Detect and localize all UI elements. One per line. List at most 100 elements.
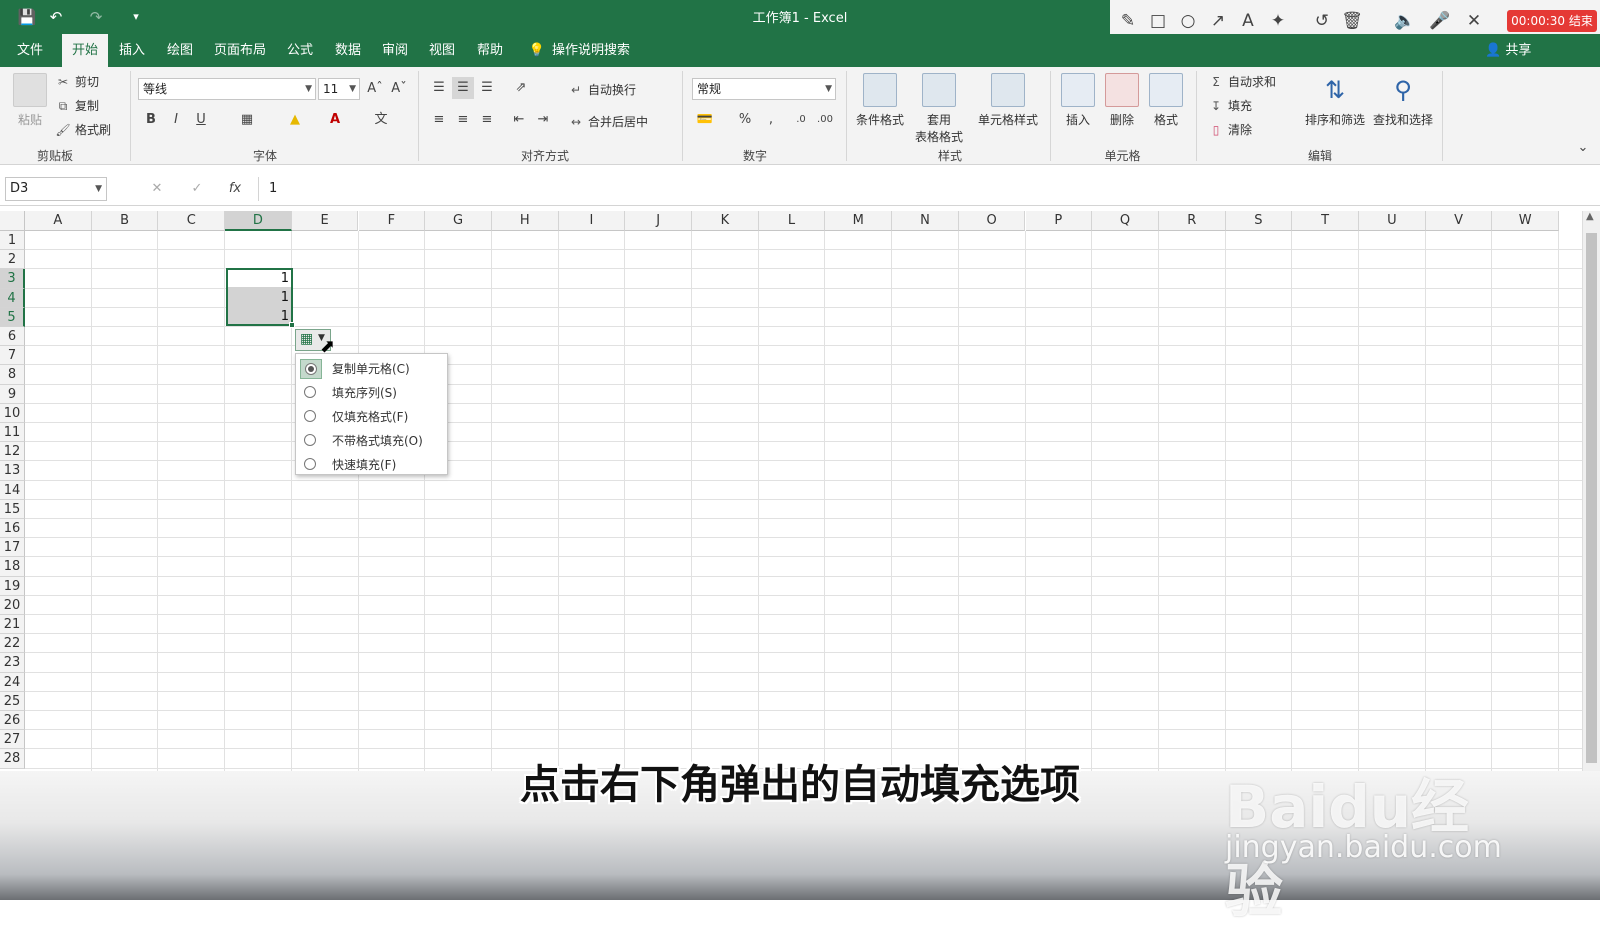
vertical-scrollbar[interactable]: ▲ (1582, 211, 1600, 771)
microphone-icon[interactable]: 🎤 (1428, 9, 1452, 33)
autofill-option[interactable]: 不带格式填充(O) (296, 429, 447, 453)
row-header[interactable]: 13 (0, 461, 25, 481)
trash-icon[interactable]: 🗑 (1340, 9, 1364, 33)
underline-icon[interactable]: U (190, 109, 212, 131)
column-header[interactable]: N (892, 211, 959, 231)
increase-decimal-icon[interactable]: .0 (790, 109, 812, 131)
column-header[interactable]: U (1359, 211, 1426, 231)
decrease-font-icon[interactable]: Aˇ (388, 78, 410, 100)
row-header[interactable]: 14 (0, 480, 25, 500)
insert-cells-button[interactable]: 插入 (1056, 73, 1100, 128)
cell-D4[interactable]: 1 (226, 288, 293, 307)
column-header[interactable]: R (1158, 211, 1226, 231)
column-header[interactable]: J (625, 211, 692, 231)
row-header[interactable]: 21 (0, 615, 25, 635)
row-header[interactable]: 19 (0, 576, 25, 596)
row-header[interactable]: 3 (0, 269, 25, 289)
scroll-up-icon[interactable]: ▲ (1586, 211, 1594, 222)
column-header[interactable]: K (692, 211, 759, 231)
rectangle-icon[interactable]: □ (1146, 9, 1170, 33)
column-header[interactable]: S (1225, 211, 1293, 231)
decrease-decimal-icon[interactable]: .00 (814, 109, 836, 131)
circle-icon[interactable]: ○ (1176, 9, 1200, 33)
cell-D3[interactable]: 1 (226, 269, 293, 288)
column-header[interactable]: L (758, 211, 826, 231)
tab-view[interactable]: 视图 (422, 34, 462, 67)
align-top-icon[interactable]: ☰ (428, 77, 450, 99)
formula-input[interactable]: 1 (258, 177, 1590, 201)
font-size-select[interactable]: 11 ▼ (318, 78, 360, 100)
border-icon[interactable]: ▦ (236, 109, 258, 131)
increase-font-icon[interactable]: Aˆ (364, 78, 386, 100)
column-header[interactable]: G (425, 211, 492, 231)
bold-icon[interactable]: B (140, 109, 162, 131)
row-header[interactable]: 23 (0, 653, 25, 673)
cancel-icon[interactable]: ✕ (146, 178, 168, 200)
number-format-select[interactable]: 常规 ▼ (692, 78, 836, 100)
column-header[interactable]: M (825, 211, 893, 231)
tab-file[interactable]: 文件 (10, 34, 50, 67)
tab-draw[interactable]: 绘图 (160, 34, 200, 67)
format-painter-button[interactable]: 🖌 格式刷 (55, 121, 111, 138)
row-header[interactable]: 6 (0, 327, 25, 347)
phonetic-icon[interactable]: 文 (370, 109, 392, 131)
align-right-icon[interactable]: ≡ (476, 109, 498, 131)
row-header[interactable]: 11 (0, 423, 25, 443)
row-header[interactable]: 7 (0, 346, 25, 366)
autofill-option[interactable]: 仅填充格式(F) (296, 405, 447, 429)
comma-icon[interactable]: , (760, 109, 782, 131)
select-all-corner[interactable] (0, 211, 25, 231)
fill-color-icon[interactable]: ▲ (284, 109, 306, 131)
autofill-option[interactable]: 复制单元格(C) (296, 357, 447, 381)
row-header[interactable]: 1 (0, 231, 25, 251)
column-header[interactable]: O (958, 211, 1026, 231)
accounting-icon[interactable]: 💳 (694, 109, 716, 131)
column-header[interactable]: F (358, 211, 426, 231)
autofill-option[interactable]: 填充序列(S) (296, 381, 447, 405)
paste-button[interactable]: 粘贴 (10, 73, 50, 128)
autofill-option[interactable]: 快速填充(F) (296, 453, 447, 477)
font-color-icon[interactable]: A (324, 109, 346, 131)
row-header[interactable]: 20 (0, 595, 25, 615)
row-header[interactable]: 12 (0, 442, 25, 462)
cell-styles-button[interactable]: 单元格样式 (972, 73, 1044, 128)
row-header[interactable]: 22 (0, 634, 25, 654)
row-header[interactable]: 24 (0, 672, 25, 692)
conditional-format-button[interactable]: 条件格式 (852, 73, 908, 128)
decrease-indent-icon[interactable]: ⇤ (508, 109, 530, 131)
row-header[interactable]: 26 (0, 711, 25, 731)
column-header[interactable]: I (558, 211, 626, 231)
row-header[interactable]: 15 (0, 499, 25, 519)
tab-formulas[interactable]: 公式 (280, 34, 320, 67)
orientation-icon[interactable]: ⇗ (510, 77, 532, 99)
align-left-icon[interactable]: ≡ (428, 109, 450, 131)
share-button[interactable]: 👤 共享 (1485, 34, 1531, 67)
row-header[interactable]: 18 (0, 557, 25, 577)
column-header[interactable]: A (25, 211, 92, 231)
close-icon[interactable]: ✕ (1462, 9, 1486, 33)
italic-icon[interactable]: I (165, 109, 187, 131)
row-header[interactable]: 27 (0, 730, 25, 750)
speaker-icon[interactable]: 🔈 (1393, 9, 1417, 33)
align-bottom-icon[interactable]: ☰ (476, 77, 498, 99)
magic-wand-icon[interactable]: ✦ (1266, 9, 1290, 33)
column-header[interactable]: T (1292, 211, 1359, 231)
column-header[interactable]: W (1492, 211, 1560, 231)
format-as-table-button[interactable]: 套用 表格格式 (908, 73, 970, 145)
row-header[interactable]: 16 (0, 519, 25, 539)
column-header[interactable]: D (225, 211, 292, 231)
tab-page-layout[interactable]: 页面布局 (208, 34, 272, 67)
align-middle-icon[interactable]: ☰ (452, 77, 474, 99)
row-header[interactable]: 5 (0, 307, 25, 327)
column-header[interactable]: H (491, 211, 559, 231)
text-tool-icon[interactable]: A (1236, 9, 1260, 33)
column-header[interactable]: E (291, 211, 359, 231)
undo-annotation-icon[interactable]: ↺ (1310, 9, 1334, 33)
tab-data[interactable]: 数据 (328, 34, 368, 67)
fill-button[interactable]: ↧ 填充 (1208, 97, 1252, 114)
fx-icon[interactable]: fx (224, 178, 246, 200)
clear-button[interactable]: ▯ 清除 (1208, 121, 1252, 138)
row-header[interactable]: 9 (0, 384, 25, 404)
tab-insert[interactable]: 插入 (112, 34, 152, 67)
row-header[interactable]: 4 (0, 288, 25, 308)
